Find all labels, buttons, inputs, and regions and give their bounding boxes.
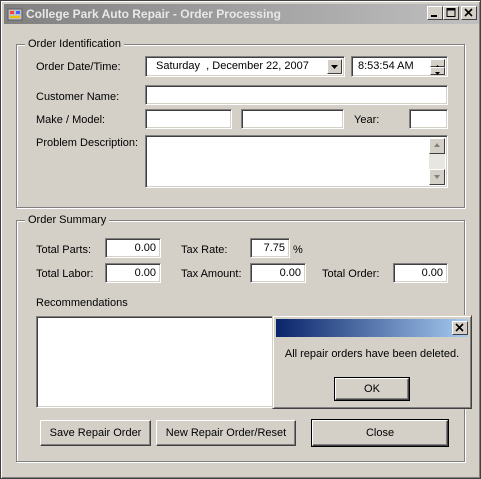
time-spin-down-button[interactable]: [430, 67, 445, 75]
customer-name-label: Customer Name:: [36, 91, 120, 103]
close-button[interactable]: Close: [311, 419, 449, 447]
ok-button[interactable]: OK: [334, 377, 410, 401]
maximize-button[interactable]: [443, 6, 459, 20]
tax-rate-label: Tax Rate:: [181, 244, 228, 256]
total-parts-field[interactable]: 0.00: [105, 238, 161, 258]
scroll-down-button[interactable]: [429, 169, 445, 185]
tax-rate-field[interactable]: 7.75: [250, 238, 290, 258]
window-title: College Park Auto Repair - Order Process…: [26, 7, 281, 21]
time-spin-up-button[interactable]: [430, 59, 445, 68]
year-input[interactable]: [409, 109, 448, 129]
order-summary-legend: Order Summary: [25, 214, 110, 226]
arrow-up-icon: [434, 143, 440, 147]
close-icon: [464, 8, 473, 17]
problem-description-textarea[interactable]: [145, 135, 448, 188]
new-repair-order-reset-button[interactable]: New Repair Order/Reset: [156, 420, 296, 446]
total-parts-label: Total Parts:: [36, 244, 92, 256]
recommendations-label: Recommendations: [36, 297, 128, 309]
arrow-down-icon: [435, 72, 440, 75]
order-date-value: Saturday , December 22, 2007: [156, 60, 309, 72]
order-date-picker[interactable]: Saturday , December 22, 2007: [145, 56, 345, 77]
year-label: Year:: [354, 114, 380, 126]
tax-amount-label: Tax Amount:: [181, 268, 242, 280]
main-window: College Park Auto Repair - Order Process…: [0, 0, 481, 479]
maximize-icon: [446, 8, 456, 17]
total-labor-field[interactable]: 0.00: [105, 263, 161, 283]
save-repair-order-button[interactable]: Save Repair Order: [40, 420, 151, 446]
total-order-field[interactable]: 0.00: [393, 263, 448, 283]
order-date-time-label: Order Date/Time:: [36, 61, 121, 73]
order-time-picker[interactable]: 8:53:54 AM: [351, 56, 448, 77]
make-input[interactable]: [145, 109, 232, 129]
title-bar[interactable]: College Park Auto Repair - Order Process…: [4, 4, 479, 24]
arrow-down-icon: [434, 175, 440, 179]
message-dialog: All repair orders have been deleted. OK: [272, 315, 472, 409]
message-dialog-close-button[interactable]: [452, 321, 468, 335]
model-input[interactable]: [241, 109, 344, 129]
make-model-label: Make / Model:: [36, 114, 106, 126]
tax-amount-field[interactable]: 0.00: [250, 263, 306, 283]
problem-description-label: Problem Description:: [36, 137, 139, 149]
order-time-value: 8:53:54 AM: [358, 60, 414, 72]
message-dialog-title-bar[interactable]: [276, 319, 468, 337]
minimize-button[interactable]: [427, 6, 443, 20]
app-icon: [7, 8, 23, 21]
chevron-down-icon: [331, 65, 338, 69]
percent-symbol: %: [293, 244, 303, 256]
date-dropdown-button[interactable]: [327, 59, 342, 74]
order-identification-legend: Order Identification: [25, 38, 124, 50]
total-order-label: Total Order:: [322, 268, 380, 280]
minimize-icon: [431, 15, 437, 17]
message-text: All repair orders have been deleted.: [284, 348, 460, 360]
total-labor-label: Total Labor:: [36, 268, 94, 280]
scroll-up-button[interactable]: [429, 138, 445, 154]
problem-description-scrollbar[interactable]: [429, 138, 445, 185]
close-icon: [455, 323, 464, 332]
close-window-button[interactable]: [461, 6, 477, 20]
customer-name-input[interactable]: [145, 85, 448, 105]
